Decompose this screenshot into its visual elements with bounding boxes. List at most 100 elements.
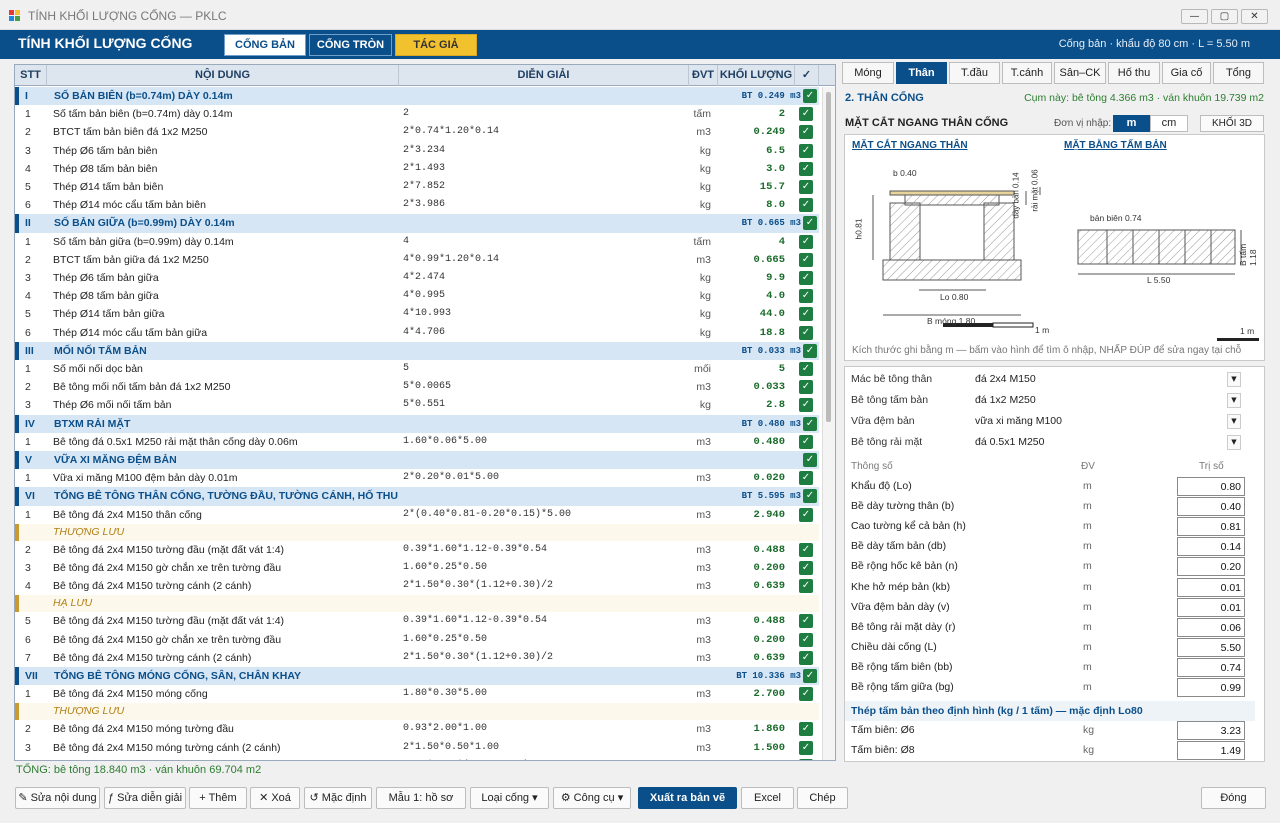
- section-row[interactable]: V VỮA XI MĂNG ĐỆM BẢN ✓: [15, 451, 819, 470]
- drawing-canvas[interactable]: MẶT CẮT NGANG THÂN MẶT BẰNG TẤM BẢN b 0.…: [844, 134, 1265, 361]
- row-checkbox[interactable]: ✓: [799, 507, 813, 522]
- row-checkbox[interactable]: ✓: [803, 89, 817, 103]
- row-checkbox[interactable]: ✓: [799, 198, 813, 213]
- add-row-button[interactable]: + Thêm: [189, 787, 247, 809]
- row-checkbox[interactable]: ✓: [799, 722, 813, 737]
- table-row[interactable]: 4 Thép Ø8 tấm bản giữa 4*0.995 kg 4.0 ✓: [15, 287, 819, 305]
- row-checkbox[interactable]: ✓: [799, 180, 813, 194]
- row-checkbox[interactable]: ✓: [799, 650, 813, 665]
- table-row[interactable]: 4 Thép Ø8 tấm bản biên 2*1.493 kg 3.0 ✓: [15, 159, 819, 178]
- param-value-input[interactable]: 5.50: [1177, 637, 1245, 657]
- section-row[interactable]: I SỐ BẢN BIÊN (b=0.74m) DÀY 0.14m BT 0.249…: [15, 87, 819, 106]
- section-row[interactable]: III MỐI NỐI TẤM BẢN BT 0.033 m3 ✓: [15, 341, 819, 360]
- table-row[interactable]: 6 Bê tông đá 2x4 M150 gờ chắn xe trên tườ…: [15, 630, 819, 649]
- chevron-down-icon[interactable]: ▼: [1227, 393, 1241, 408]
- row-checkbox[interactable]: ✓: [799, 561, 813, 575]
- table-row[interactable]: 4 Bê tông đá 2x4 M150 tường cánh (2 cánh)…: [15, 577, 819, 595]
- section-row[interactable]: VII TỔNG BÊ TÔNG MÓNG CỐNG, SÂN, CHÂN KHA…: [15, 667, 819, 686]
- param-value-input[interactable]: 0.81: [1177, 517, 1245, 537]
- table-row[interactable]: 3 Thép Ø6 tấm bản giữa 4*2.474 kg 9.9 ✓: [15, 269, 819, 288]
- row-checkbox[interactable]: ✓: [799, 252, 813, 267]
- row-checkbox[interactable]: ✓: [799, 161, 813, 176]
- edit-content-button[interactable]: ✎ Sửa nội dung: [15, 787, 100, 809]
- param-value-input[interactable]: 0.14: [1177, 537, 1245, 557]
- table-row[interactable]: 1 Vữa xi măng M100 đệm bản dày 0.01m 2*0.2…: [15, 469, 819, 487]
- row-checkbox[interactable]: ✓: [803, 216, 817, 231]
- row-checkbox[interactable]: ✓: [799, 107, 813, 122]
- culvert-type-button[interactable]: Loại cống ▾: [470, 787, 549, 809]
- row-checkbox[interactable]: ✓: [803, 416, 817, 431]
- component-tab[interactable]: Sân–CK: [1054, 62, 1106, 84]
- param-value-input[interactable]: 7.85: [1177, 761, 1245, 762]
- param-value-input[interactable]: 3.23: [1177, 721, 1245, 740]
- minimize-button[interactable]: —: [1181, 9, 1208, 24]
- table-row[interactable]: 3 Thép Ø6 mối nối tấm bản 5*0.551 kg 2.8 ✓: [15, 396, 819, 414]
- table-row[interactable]: 4 Bê tông đá 2x4 M150 chân khay 2.29*0.40*…: [15, 757, 819, 760]
- export-drawing-button[interactable]: Xuất ra bản vẽ: [638, 787, 737, 809]
- unit-cm-toggle[interactable]: cm: [1150, 115, 1188, 132]
- section-row[interactable]: II SỐ BẢN GIỮA (b=0.99m) DÀY 0.14m BT 0.66…: [15, 214, 819, 233]
- component-tab[interactable]: Móng: [842, 62, 894, 84]
- param-value-input[interactable]: 0.74: [1177, 657, 1245, 677]
- table-row[interactable]: 6 Thép Ø14 móc cẩu tấm bản biên 2*3.986 kg 8…: [15, 196, 819, 215]
- maximize-button[interactable]: ▢: [1211, 9, 1238, 24]
- section-row[interactable]: VI TỔNG BÊ TÔNG THÂN CỐNG, TƯỜNG ĐẦU, TƯỜ…: [15, 487, 819, 506]
- table-row[interactable]: 1 Bê tông đá 2x4 M150 thân cống 2*(0.40*0.…: [15, 506, 819, 524]
- table-row[interactable]: 2 Bê tông mối nối tấm bản đá 1x2 M250 5*0.…: [15, 378, 819, 397]
- component-tab[interactable]: Thân: [896, 62, 947, 84]
- param-value-input[interactable]: 0.01: [1177, 597, 1245, 617]
- row-checkbox[interactable]: ✓: [799, 380, 813, 395]
- copy-button[interactable]: Chép: [797, 787, 848, 809]
- row-checkbox[interactable]: ✓: [803, 489, 817, 504]
- tab-cong-tron[interactable]: CỐNG TRÒN: [309, 34, 392, 56]
- delete-row-button[interactable]: ✕ Xoá: [250, 787, 300, 809]
- material-select[interactable]: vữa xi măng M100 ▼: [975, 413, 1241, 430]
- component-tab[interactable]: Hố thu: [1108, 62, 1160, 84]
- row-checkbox[interactable]: ✓: [799, 471, 813, 486]
- tab-tac-gia[interactable]: TÁC GIẢ: [395, 34, 477, 56]
- template-button[interactable]: Mẫu 1: hồ sơ: [376, 787, 466, 809]
- tools-button[interactable]: ⚙ Công cụ ▾: [553, 787, 631, 809]
- row-checkbox[interactable]: ✓: [799, 234, 813, 249]
- table-row[interactable]: 5 Thép Ø14 tấm bản giữa 4*10.993 kg 44.0 ✓: [15, 305, 819, 324]
- row-checkbox[interactable]: ✓: [799, 740, 813, 755]
- excel-button[interactable]: Excel: [741, 787, 794, 809]
- table-row[interactable]: 1 Bê tông đá 2x4 M150 móng cống 1.80*0.30*…: [15, 685, 819, 703]
- param-value-input[interactable]: 0.40: [1177, 497, 1245, 517]
- param-value-input[interactable]: 1.49: [1177, 741, 1245, 761]
- edit-formula-button[interactable]: ƒ Sửa diễn giải: [104, 787, 186, 809]
- param-value-input[interactable]: 0.80: [1177, 477, 1245, 496]
- table-row[interactable]: 3 Bê tông đá 2x4 M150 gờ chắn xe trên tườ…: [15, 559, 819, 578]
- row-checkbox[interactable]: ✓: [799, 125, 813, 140]
- param-value-input[interactable]: 0.99: [1177, 678, 1245, 697]
- table-row[interactable]: 2 Bê tông đá 2x4 M150 tường đầu (mặt đất …: [15, 541, 819, 559]
- row-checkbox[interactable]: ✓: [803, 669, 817, 683]
- row-checkbox[interactable]: ✓: [803, 453, 817, 467]
- table-row[interactable]: 1 Số tấm bản biên (b=0.74m) dày 0.14m 2 tấm…: [15, 105, 819, 123]
- component-tab[interactable]: T.cánh: [1002, 62, 1052, 84]
- section-row[interactable]: IV BTXM RẢI MẶT BT 0.480 m3 ✓: [15, 414, 819, 433]
- unit-m-toggle[interactable]: m: [1113, 115, 1150, 132]
- reset-default-button[interactable]: ↺ Mặc định: [304, 787, 372, 809]
- component-tab[interactable]: T.đầu: [949, 62, 1000, 84]
- table-row[interactable]: 5 Bê tông đá 2x4 M150 tường đầu (mặt đất …: [15, 612, 819, 630]
- component-tab[interactable]: Tổng: [1213, 62, 1264, 84]
- param-value-input[interactable]: 0.20: [1177, 557, 1245, 577]
- row-checkbox[interactable]: ✓: [803, 343, 817, 358]
- table-row[interactable]: 1 Bê tông đá 0.5x1 M250 rải mặt thân cống…: [15, 433, 819, 451]
- row-checkbox[interactable]: ✓: [799, 614, 813, 629]
- row-checkbox[interactable]: ✓: [799, 579, 813, 594]
- table-row[interactable]: 2 BTCT tấm bản biên đá 1x2 M250 2*0.74*1.2…: [15, 123, 819, 142]
- table-row[interactable]: 3 Thép Ø6 tấm bản biên 2*3.234 kg 6.5 ✓: [15, 142, 819, 160]
- table-row[interactable]: 6 Thép Ø14 móc cẩu tấm bản giữa 4*4.706 kg 1…: [15, 324, 819, 342]
- close-window-button[interactable]: ✕: [1241, 9, 1268, 24]
- row-checkbox[interactable]: ✓: [799, 289, 813, 304]
- table-row[interactable]: 1 Số mối nối dọc bản 5 mối 5 ✓: [15, 360, 819, 378]
- material-select[interactable]: đá 2x4 M150 ▼: [975, 371, 1241, 388]
- table-row[interactable]: 5 Thép Ø14 tấm bản biên 2*7.852 kg 15.7 ✓: [15, 178, 819, 196]
- row-checkbox[interactable]: ✓: [799, 434, 813, 449]
- tab-cong-ban[interactable]: CỐNG BẢN: [224, 34, 306, 56]
- row-checkbox[interactable]: ✓: [799, 687, 813, 702]
- material-select[interactable]: đá 0.5x1 M250 ▼: [975, 434, 1241, 451]
- close-button[interactable]: Đóng: [1201, 787, 1266, 809]
